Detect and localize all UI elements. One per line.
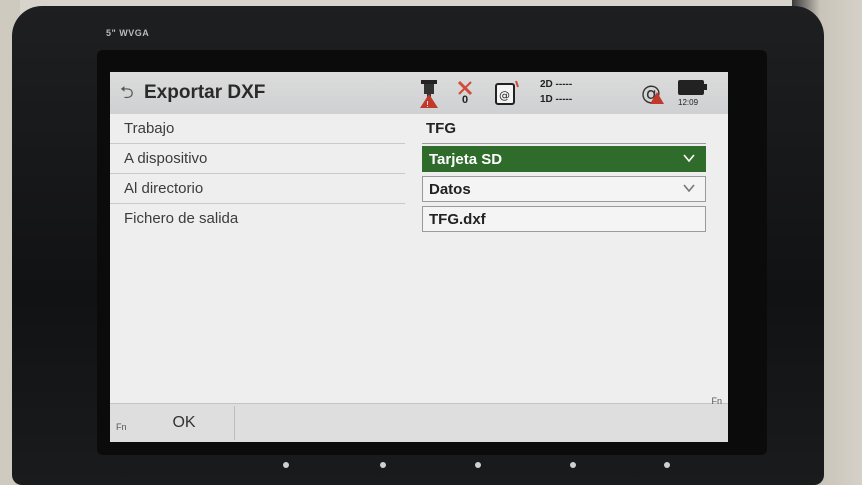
chevron-down-icon xyxy=(683,184,695,193)
at-icon[interactable]: @ xyxy=(640,78,666,108)
device-label: 5" WVGA xyxy=(106,28,150,38)
satellite-count: 0 xyxy=(462,94,469,106)
device-dot xyxy=(570,462,576,468)
ok-button[interactable]: OK xyxy=(134,406,235,440)
softkey-bar: Fn OK Fn xyxy=(110,396,728,442)
device-select-value: Tarjeta SD xyxy=(429,151,503,168)
radio-icon[interactable]: @ xyxy=(494,78,520,108)
value-trabajo: TFG xyxy=(426,120,456,137)
quality-2d: 2D ----- xyxy=(540,79,573,90)
device-dot xyxy=(475,462,481,468)
fn-key-right[interactable]: Fn xyxy=(711,396,722,406)
device-dot xyxy=(283,462,289,468)
label-trabajo: Trabajo xyxy=(124,120,175,137)
total-station-icon[interactable]: ! xyxy=(416,78,442,108)
chevron-down-icon xyxy=(683,154,695,163)
row-directorio: Al directorio Datos xyxy=(110,174,728,204)
title-bar: ⮌ Exportar DXF ! 0 @ 2D ----- 1D ----- @… xyxy=(110,72,728,114)
clock: 12:09 xyxy=(678,98,699,107)
back-icon[interactable]: ⮌ xyxy=(120,83,140,103)
row-trabajo: Trabajo TFG xyxy=(110,114,728,144)
output-file-value: TFG.dxf xyxy=(429,211,486,228)
battery-icon xyxy=(678,80,707,95)
fn-key-left[interactable]: Fn xyxy=(116,422,127,432)
device-dot xyxy=(664,462,670,468)
row-fichero: Fichero de salida TFG.dxf xyxy=(110,204,728,234)
device-screen: ⮌ Exportar DXF ! 0 @ 2D ----- 1D ----- @… xyxy=(110,72,728,442)
label-dispositivo: A dispositivo xyxy=(124,150,208,167)
svg-text:@: @ xyxy=(499,89,510,102)
row-dispositivo: A dispositivo Tarjeta SD xyxy=(110,144,728,174)
label-fichero: Fichero de salida xyxy=(124,210,239,227)
device-dot xyxy=(380,462,386,468)
output-file-input[interactable]: TFG.dxf xyxy=(422,206,706,232)
quality-1d: 1D ----- xyxy=(540,94,573,105)
label-directorio: Al directorio xyxy=(124,180,204,197)
device-select[interactable]: Tarjeta SD xyxy=(422,146,706,172)
directory-select[interactable]: Datos xyxy=(422,176,706,202)
svg-text:!: ! xyxy=(426,100,429,108)
directory-select-value: Datos xyxy=(429,181,471,198)
page-title: Exportar DXF xyxy=(144,82,266,103)
